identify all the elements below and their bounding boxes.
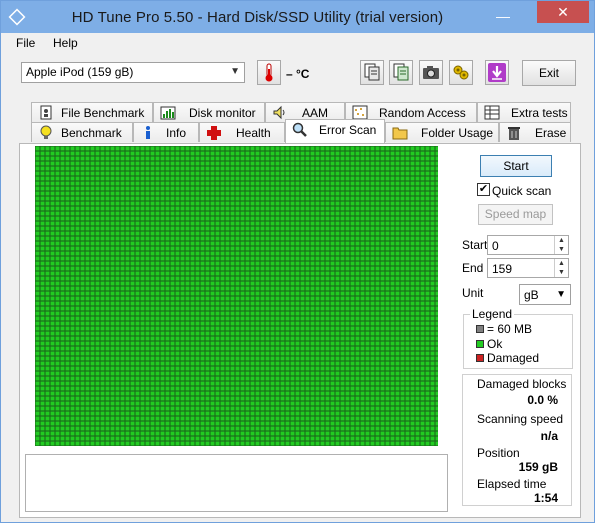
save-button[interactable] bbox=[485, 60, 509, 85]
tab-label: Extra tests bbox=[511, 106, 568, 120]
log-output bbox=[25, 454, 448, 512]
options-button[interactable] bbox=[449, 60, 473, 85]
extra-tests-icon bbox=[484, 105, 500, 120]
title-bar[interactable]: HD Tune Pro 5.50 - Hard Disk/SSD Utility… bbox=[1, 1, 594, 33]
drive-select-value: Apple iPod (159 gB) bbox=[26, 65, 134, 79]
block-grid bbox=[35, 146, 438, 446]
tab-label: Health bbox=[236, 126, 271, 140]
app-window: HD Tune Pro 5.50 - Hard Disk/SSD Utility… bbox=[0, 0, 595, 523]
spinner-arrows-icon[interactable]: ▲ ▼ bbox=[554, 236, 568, 254]
save-icon bbox=[488, 63, 506, 82]
start-field-label: Start bbox=[462, 238, 488, 252]
thermometer-icon bbox=[265, 63, 273, 82]
random-access-icon bbox=[352, 105, 368, 120]
chevron-down-icon: ▼ bbox=[556, 289, 566, 300]
spinner-arrows-icon[interactable]: ▲ ▼ bbox=[554, 259, 568, 277]
unit-select-value: gB bbox=[524, 288, 539, 302]
tab-info[interactable]: Info bbox=[133, 122, 199, 142]
menu-file[interactable]: File bbox=[16, 36, 35, 50]
legend-item-block-size: = 60 MB bbox=[476, 322, 532, 336]
start-input[interactable]: 0 ▲ ▼ bbox=[487, 235, 569, 255]
position-label: Position bbox=[477, 446, 520, 460]
close-button[interactable]: ✕ bbox=[537, 1, 589, 23]
tab-health[interactable]: Health bbox=[199, 122, 285, 142]
tab-label: Random Access bbox=[379, 106, 466, 120]
options-icon bbox=[453, 65, 469, 80]
legend-item-damaged: Damaged bbox=[476, 351, 539, 365]
tab-error-scan[interactable]: Error Scan bbox=[285, 119, 385, 143]
end-input[interactable]: 159 ▲ ▼ bbox=[487, 258, 569, 278]
window-title: HD Tune Pro 5.50 - Hard Disk/SSD Utility… bbox=[71, 9, 444, 26]
minimize-button[interactable]: — bbox=[493, 9, 513, 23]
speed-map-button[interactable]: Speed map bbox=[478, 204, 553, 225]
end-input-value: 159 bbox=[492, 262, 513, 276]
scanning-speed-value: n/a bbox=[540, 429, 558, 443]
copy-text-button[interactable] bbox=[389, 60, 413, 85]
legend-label: Damaged bbox=[487, 351, 540, 365]
exit-button[interactable]: Exit bbox=[522, 60, 576, 86]
elapsed-time-label: Elapsed time bbox=[477, 477, 547, 491]
tab-extra-tests[interactable]: Extra tests bbox=[477, 102, 571, 122]
end-field-label: End bbox=[462, 261, 484, 275]
tab-label: Erase bbox=[535, 126, 567, 140]
speaker-icon bbox=[273, 105, 285, 120]
green-swatch-icon bbox=[476, 340, 484, 348]
tab-label: Error Scan bbox=[319, 123, 377, 137]
tab-label: Benchmark bbox=[61, 126, 122, 140]
copy-info-icon bbox=[364, 63, 380, 81]
disk-monitor-icon bbox=[160, 106, 176, 120]
menu-help[interactable]: Help bbox=[53, 36, 78, 50]
copy-text-icon bbox=[393, 63, 409, 81]
folder-icon bbox=[392, 127, 408, 140]
trash-icon bbox=[508, 127, 520, 140]
tab-label: Info bbox=[166, 126, 187, 140]
scanning-speed-label: Scanning speed bbox=[477, 412, 564, 426]
health-cross-icon bbox=[207, 126, 221, 140]
lightbulb-icon bbox=[40, 125, 52, 139]
damaged-blocks-label: Damaged blocks bbox=[477, 377, 567, 391]
tab-label: Disk monitor bbox=[189, 106, 256, 120]
chevron-down-icon: ▼ bbox=[230, 66, 240, 77]
red-swatch-icon bbox=[476, 354, 484, 362]
menu-bar: File Help bbox=[1, 33, 594, 53]
unit-label: Unit bbox=[462, 286, 484, 300]
damaged-blocks-value: 0.0 % bbox=[527, 393, 558, 407]
legend-label: Ok bbox=[487, 337, 503, 351]
magnifier-icon bbox=[292, 122, 307, 137]
start-button[interactable]: Start bbox=[480, 155, 552, 177]
legend-label: = 60 MB bbox=[487, 322, 533, 336]
quick-scan-checkbox[interactable]: ✔ bbox=[477, 183, 490, 196]
screenshot-button[interactable] bbox=[419, 60, 443, 85]
tab-file-benchmark[interactable]: File Benchmark bbox=[31, 102, 153, 122]
file-benchmark-icon bbox=[40, 105, 52, 120]
unit-select[interactable]: gB ▼ bbox=[519, 284, 571, 305]
tab-label: Folder Usage bbox=[421, 126, 494, 140]
tab-label: File Benchmark bbox=[61, 106, 145, 120]
block-map bbox=[35, 146, 438, 446]
elapsed-time-value: 1:54 bbox=[533, 491, 558, 505]
tab-folder-usage[interactable]: Folder Usage bbox=[385, 122, 499, 142]
temperature-readout: – °C bbox=[286, 67, 310, 81]
copy-info-button[interactable] bbox=[360, 60, 384, 85]
position-value: 159 gB bbox=[518, 460, 558, 474]
tab-disk-monitor[interactable]: Disk monitor bbox=[153, 102, 265, 122]
legend-title: Legend bbox=[470, 307, 515, 321]
camera-icon bbox=[423, 66, 439, 79]
temperature-button[interactable] bbox=[257, 60, 281, 85]
tab-label: AAM bbox=[302, 106, 329, 120]
start-input-value: 0 bbox=[492, 239, 499, 253]
legend-item-ok: Ok bbox=[476, 337, 502, 351]
gray-swatch-icon bbox=[476, 325, 484, 333]
quick-scan-label: Quick scan bbox=[492, 184, 552, 198]
tab-erase[interactable]: Erase bbox=[499, 122, 571, 142]
info-icon bbox=[146, 126, 150, 139]
tab-benchmark[interactable]: Benchmark bbox=[31, 122, 133, 142]
drive-select[interactable]: Apple iPod (159 gB) ▼ bbox=[21, 62, 245, 83]
